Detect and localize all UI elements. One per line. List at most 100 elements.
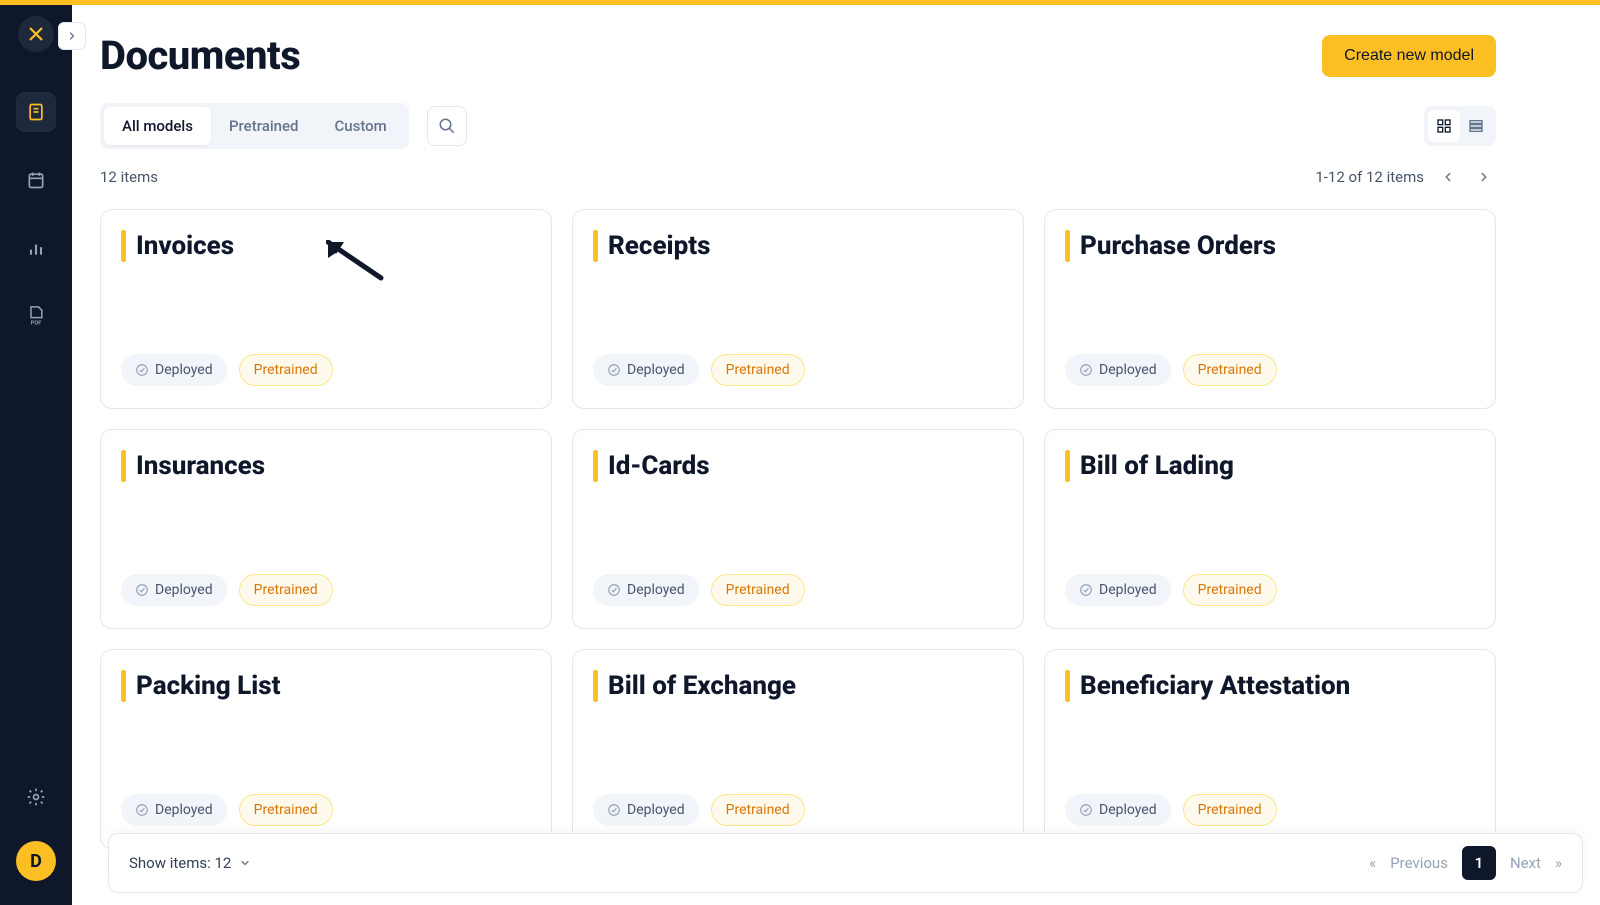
tab-custom[interactable]: Custom	[317, 107, 405, 145]
page-title: Documents	[100, 32, 300, 79]
pretrained-badge: Pretrained	[711, 354, 805, 386]
model-card[interactable]: Packing List Deployed Pretrained	[100, 649, 552, 849]
search-icon	[438, 117, 456, 135]
check-circle-icon	[135, 583, 149, 597]
prev-page-arrow[interactable]	[1436, 165, 1460, 189]
check-circle-icon	[135, 363, 149, 377]
pagination: « Previous 1 Next »	[1369, 846, 1562, 880]
last-page-link[interactable]: »	[1555, 854, 1562, 872]
model-card[interactable]: Beneficiary Attestation DeployedPretraine…	[1044, 649, 1496, 849]
filter-tabs: All models Pretrained Custom	[100, 103, 409, 149]
model-card[interactable]: Bill of Lading Deployed Pretrained	[1044, 429, 1496, 629]
bar-chart-icon	[26, 238, 46, 258]
next-page-link[interactable]: Next	[1510, 854, 1541, 872]
model-card[interactable]: Id-Cards Deployed Pretrained	[572, 429, 1024, 629]
pretrained-badge: Pretrained	[1183, 354, 1277, 386]
card-badges: DeployedPretrained	[1065, 794, 1475, 826]
tab-pretrained[interactable]: Pretrained	[211, 107, 317, 145]
chevron-right-icon	[1477, 170, 1491, 184]
model-card[interactable]: Insurances DeployedPretrained	[100, 429, 552, 629]
sidebar-expand-button[interactable]	[58, 22, 86, 50]
sidebar-item-analytics[interactable]	[16, 228, 56, 268]
chevron-right-icon	[66, 30, 78, 42]
pretrained-badge: Pretrained	[239, 354, 333, 386]
model-card[interactable]: Purchase Orders Deployed Pretrained	[1044, 209, 1496, 409]
check-circle-icon	[1079, 583, 1093, 597]
card-title: Insurances	[136, 451, 265, 481]
item-range: 1-12 of 12 items	[1315, 168, 1424, 186]
search-button[interactable]	[427, 106, 467, 146]
deployed-badge: Deployed	[121, 794, 227, 826]
pretrained-badge: Pretrained	[1183, 574, 1277, 606]
grid-view-button[interactable]	[1428, 110, 1460, 142]
card-badges: Deployed Pretrained	[1065, 574, 1475, 606]
deployed-badge: Deployed	[1065, 574, 1171, 606]
sidebar-item-documents[interactable]	[16, 92, 56, 132]
show-items-dropdown[interactable]: Show items: 12	[129, 854, 251, 872]
card-badges: DeployedPretrained	[121, 354, 531, 386]
sidebar-nav: PDF	[16, 92, 56, 336]
previous-page-link[interactable]: Previous	[1390, 854, 1448, 872]
card-badges: DeployedPretrained	[593, 354, 1003, 386]
check-circle-icon	[1079, 803, 1093, 817]
pretrained-badge: Pretrained	[711, 574, 805, 606]
toolbar: All models Pretrained Custom	[100, 103, 1496, 149]
list-meta-right: 1-12 of 12 items	[1315, 165, 1496, 189]
sidebar-item-calendar[interactable]	[16, 160, 56, 200]
calendar-icon	[26, 170, 46, 190]
footer-bar: Show items: 12 « Previous 1 Next »	[108, 833, 1583, 893]
logo[interactable]	[18, 16, 54, 52]
model-card[interactable]: Invoices DeployedPretrained	[100, 209, 552, 409]
page-header: Documents Create new model	[100, 32, 1496, 79]
card-accent	[121, 450, 126, 482]
main-content: Documents Create new model All models Pr…	[72, 0, 1600, 905]
card-badges: DeployedPretrained	[593, 794, 1003, 826]
card-title: Receipts	[608, 231, 710, 261]
card-accent	[121, 670, 126, 702]
card-title-row: Invoices	[121, 230, 531, 262]
card-title: Beneficiary Attestation	[1080, 671, 1350, 701]
card-title-row: Packing List	[121, 670, 531, 702]
sidebar-item-pdf[interactable]: PDF	[16, 296, 56, 336]
card-title: Purchase Orders	[1080, 231, 1276, 261]
create-model-button[interactable]: Create new model	[1322, 35, 1496, 77]
card-badges: DeployedPretrained	[121, 574, 531, 606]
show-items-label: Show items: 12	[129, 854, 231, 872]
card-accent	[1065, 230, 1070, 262]
pretrained-badge: Pretrained	[239, 794, 333, 826]
logo-icon	[27, 25, 45, 43]
page-number-current[interactable]: 1	[1462, 846, 1496, 880]
model-card[interactable]: Bill of Exchange DeployedPretrained	[572, 649, 1024, 849]
list-icon	[1468, 118, 1484, 134]
toolbar-left: All models Pretrained Custom	[100, 103, 467, 149]
card-accent	[121, 230, 126, 262]
avatar-initial: D	[30, 851, 42, 872]
list-view-button[interactable]	[1460, 110, 1492, 142]
documents-icon	[26, 102, 46, 122]
first-page-link[interactable]: «	[1369, 854, 1376, 872]
tab-all-models[interactable]: All models	[104, 107, 211, 145]
card-title: Packing List	[136, 671, 281, 701]
item-count: 12 items	[100, 168, 158, 186]
gear-icon	[26, 787, 46, 807]
card-title-row: Bill of Lading	[1065, 450, 1475, 482]
next-page-arrow[interactable]	[1472, 165, 1496, 189]
view-toggle	[1424, 106, 1496, 146]
card-badges: Deployed Pretrained	[593, 574, 1003, 606]
sidebar-bottom: D	[16, 777, 56, 881]
card-accent	[1065, 670, 1070, 702]
sidebar-item-settings[interactable]	[16, 777, 56, 817]
check-circle-icon	[607, 363, 621, 377]
check-circle-icon	[1079, 363, 1093, 377]
card-title-row: Purchase Orders	[1065, 230, 1475, 262]
deployed-badge: Deployed	[593, 574, 699, 606]
card-title-row: Beneficiary Attestation	[1065, 670, 1475, 702]
user-avatar[interactable]: D	[16, 841, 56, 881]
chevron-left-icon	[1441, 170, 1455, 184]
pretrained-badge: Pretrained	[711, 794, 805, 826]
card-title: Bill of Lading	[1080, 451, 1234, 481]
card-title: Id-Cards	[608, 451, 710, 481]
model-card[interactable]: Receipts DeployedPretrained	[572, 209, 1024, 409]
deployed-badge: Deployed	[1065, 354, 1171, 386]
card-title-row: Bill of Exchange	[593, 670, 1003, 702]
